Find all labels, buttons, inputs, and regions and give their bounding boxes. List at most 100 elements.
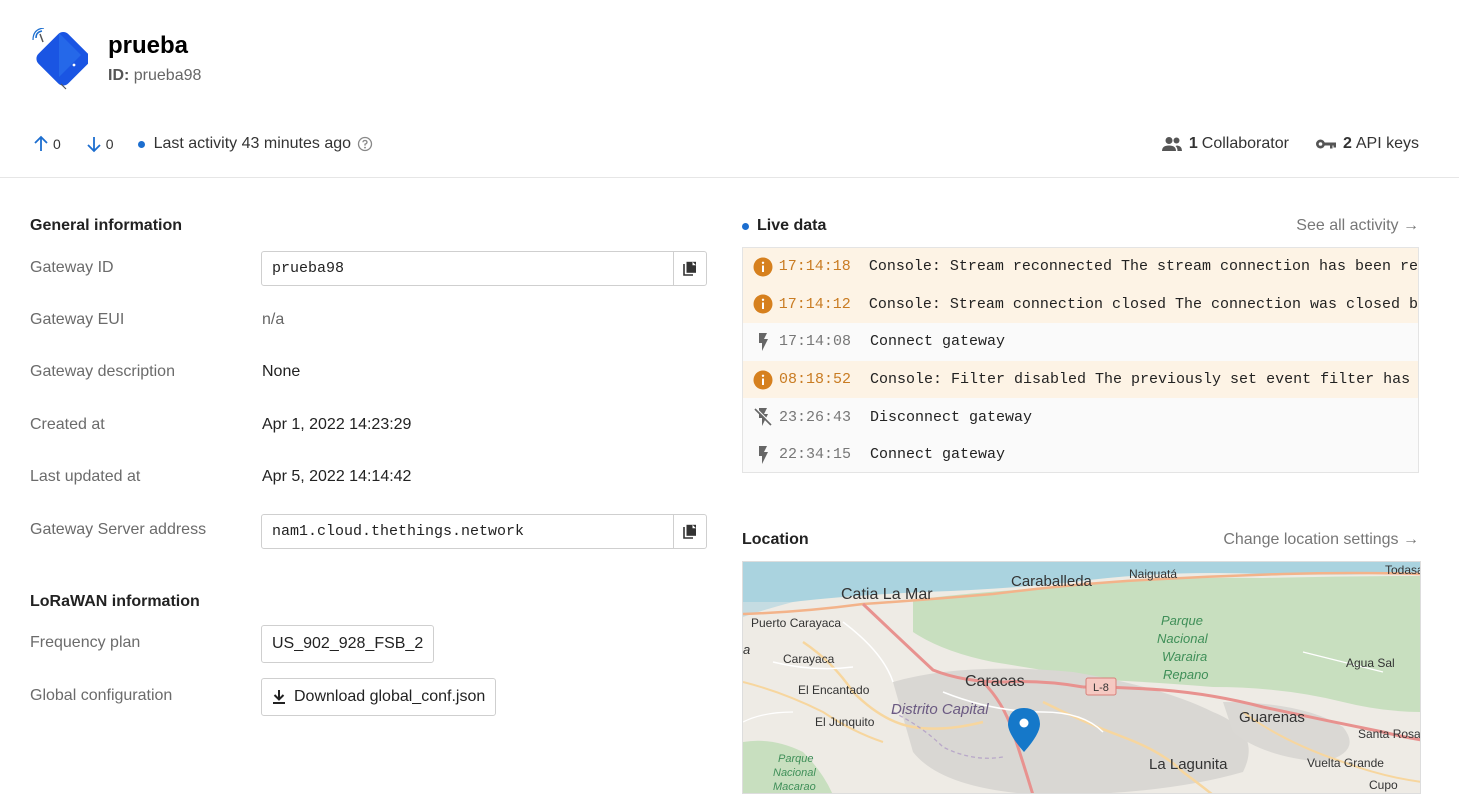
- event-message: Connect gateway: [870, 446, 1006, 464]
- download-icon: [273, 690, 285, 704]
- event-message: Console: Filter disabled The previously …: [870, 371, 1411, 389]
- map-label: El Junquito: [815, 715, 875, 729]
- api-keys-label: API keys: [1355, 135, 1419, 152]
- event-row[interactable]: 22:34:15 Connect gateway: [743, 436, 1418, 472]
- id-value: prueba98: [133, 67, 202, 84]
- map-label: Nacional: [1157, 631, 1209, 646]
- downlink-count: 0: [105, 136, 114, 152]
- created-at-value: Apr 1, 2022 14:23:29: [262, 416, 412, 433]
- map-label: Catia La Mar: [841, 586, 933, 603]
- map-label: La Lagunita: [1149, 756, 1228, 773]
- event-row[interactable]: 08:18:52 Console: Filter disabled The pr…: [743, 360, 1418, 399]
- map-label: Guarenas: [1239, 709, 1305, 726]
- download-button-label: Download global_conf.json: [294, 688, 486, 705]
- gateway-server-address-field: nam1.cloud.thethings.network: [261, 514, 707, 549]
- gateway-id-value[interactable]: prueba98: [262, 260, 673, 277]
- id-label: ID:: [108, 67, 130, 84]
- event-time: 22:34:15: [779, 446, 852, 464]
- map-label: Distrito Capital: [891, 701, 989, 718]
- collaborators-link[interactable]: 1 Collaborator: [1161, 135, 1289, 153]
- map-label: Parque: [778, 753, 813, 765]
- collaboration-stats: 1 Collaborator 2 API keys: [1135, 133, 1419, 155]
- event-message: Console: Stream connection closed The co…: [868, 295, 1418, 313]
- map-label: Vuelta Grande: [1307, 756, 1384, 770]
- event-message: Connect gateway: [870, 333, 1006, 351]
- frequency-plan-label: Frequency plan: [30, 634, 141, 651]
- event-time: 23:26:43: [779, 408, 852, 426]
- last-activity: Last activity 43 minutes ago: [137, 135, 376, 153]
- gateway-eui-label: Gateway EUI: [30, 311, 125, 328]
- download-global-conf-button[interactable]: Download global_conf.json: [261, 678, 497, 716]
- info-icon: [743, 370, 779, 390]
- uplink-stat: 0: [32, 135, 61, 153]
- collaborators-count: 1: [1188, 135, 1198, 152]
- collaborators-label: Collaborator: [1201, 135, 1289, 152]
- gateway-id-subtitle: ID: prueba98: [108, 67, 201, 85]
- map-label: Todasa: [1385, 563, 1421, 577]
- key-icon: [1315, 139, 1336, 149]
- downlink-stat: 0: [85, 135, 114, 153]
- gateway-id-field: prueba98: [261, 251, 707, 286]
- event-row[interactable]: 17:14:12 Console: Stream connection clos…: [743, 285, 1418, 324]
- api-keys-link[interactable]: 2 API keys: [1315, 135, 1419, 153]
- event-message: Console: Stream reconnected The stream c…: [868, 258, 1418, 276]
- gateway-icon: [30, 27, 91, 90]
- general-info-title: General information: [30, 217, 183, 234]
- map-label: Agua Sal: [1346, 656, 1395, 670]
- change-location-settings-link[interactable]: Change location settings →: [1223, 531, 1419, 549]
- event-row[interactable]: 17:14:08 Connect gateway: [743, 323, 1418, 361]
- header-divider: [0, 177, 1459, 178]
- location-title: Location: [742, 531, 809, 548]
- see-all-activity-link[interactable]: See all activity →: [1296, 217, 1419, 235]
- map-label: Macarao: [773, 781, 816, 793]
- help-icon[interactable]: [357, 136, 376, 152]
- last-updated-label: Last updated at: [30, 468, 141, 485]
- status-dot: [137, 140, 145, 148]
- frequency-plan-value: US_902_928_FSB_2: [261, 625, 435, 663]
- bolt-icon: [743, 332, 779, 352]
- info-icon: [743, 257, 779, 277]
- event-row[interactable]: 17:14:18 Console: Stream reconnected The…: [743, 248, 1418, 286]
- map-label: Waraira: [1162, 649, 1207, 664]
- api-keys-count: 2: [1342, 135, 1352, 152]
- gateway-id-label: Gateway ID: [30, 259, 114, 276]
- uplink-count: 0: [53, 136, 61, 152]
- copy-icon: [683, 524, 696, 539]
- map-label: Parque: [1161, 613, 1203, 628]
- lorawan-info-title: LoRaWAN information: [30, 593, 200, 610]
- live-dot: [742, 222, 749, 230]
- map-label: a: [743, 642, 750, 657]
- gateway-server-address-label: Gateway Server address: [30, 521, 207, 538]
- live-events-list: 17:14:18 Console: Stream reconnected The…: [742, 247, 1419, 473]
- map-label: El Encantado: [798, 683, 870, 697]
- gateway-description-value: None: [262, 363, 301, 380]
- live-data-title-text: Live data: [757, 217, 827, 234]
- map-label: Santa Rosa: [1358, 727, 1421, 741]
- copy-gateway-id-button[interactable]: [673, 252, 706, 285]
- gateway-description-label: Gateway description: [30, 363, 175, 380]
- map-label: Carayaca: [783, 652, 835, 666]
- gateway-stats: 0 0 Last activity 43 minutes ago: [32, 133, 400, 155]
- gateway-eui-value: n/a: [262, 311, 285, 328]
- map-label: Caraballeda: [1011, 573, 1093, 590]
- event-time: 08:18:52: [779, 371, 852, 389]
- event-time: 17:14:12: [778, 295, 851, 313]
- last-updated-value: Apr 5, 2022 14:14:42: [262, 468, 412, 485]
- info-icon: [743, 294, 779, 314]
- map-label: L-8: [1093, 682, 1109, 694]
- map-label: Caracas: [965, 673, 1025, 690]
- live-data-title: Live data: [742, 217, 826, 235]
- event-row[interactable]: 23:26:43 Disconnect gateway: [743, 398, 1418, 436]
- map-label: Nacional: [773, 767, 816, 779]
- copy-server-address-button[interactable]: [673, 515, 706, 548]
- location-map[interactable]: Catia La Mar Caraballeda Naiguatá Todasa…: [742, 561, 1421, 794]
- copy-icon: [683, 261, 696, 276]
- global-configuration-label: Global configuration: [30, 687, 173, 704]
- event-time: 17:14:18: [778, 258, 851, 276]
- gateway-server-address-value[interactable]: nam1.cloud.thethings.network: [262, 523, 673, 540]
- event-message: Disconnect gateway: [870, 408, 1033, 426]
- map-label: Repano: [1163, 667, 1209, 682]
- event-time: 17:14:08: [779, 333, 852, 351]
- bolt-icon: [743, 445, 779, 465]
- map-label: Cupo: [1369, 778, 1398, 792]
